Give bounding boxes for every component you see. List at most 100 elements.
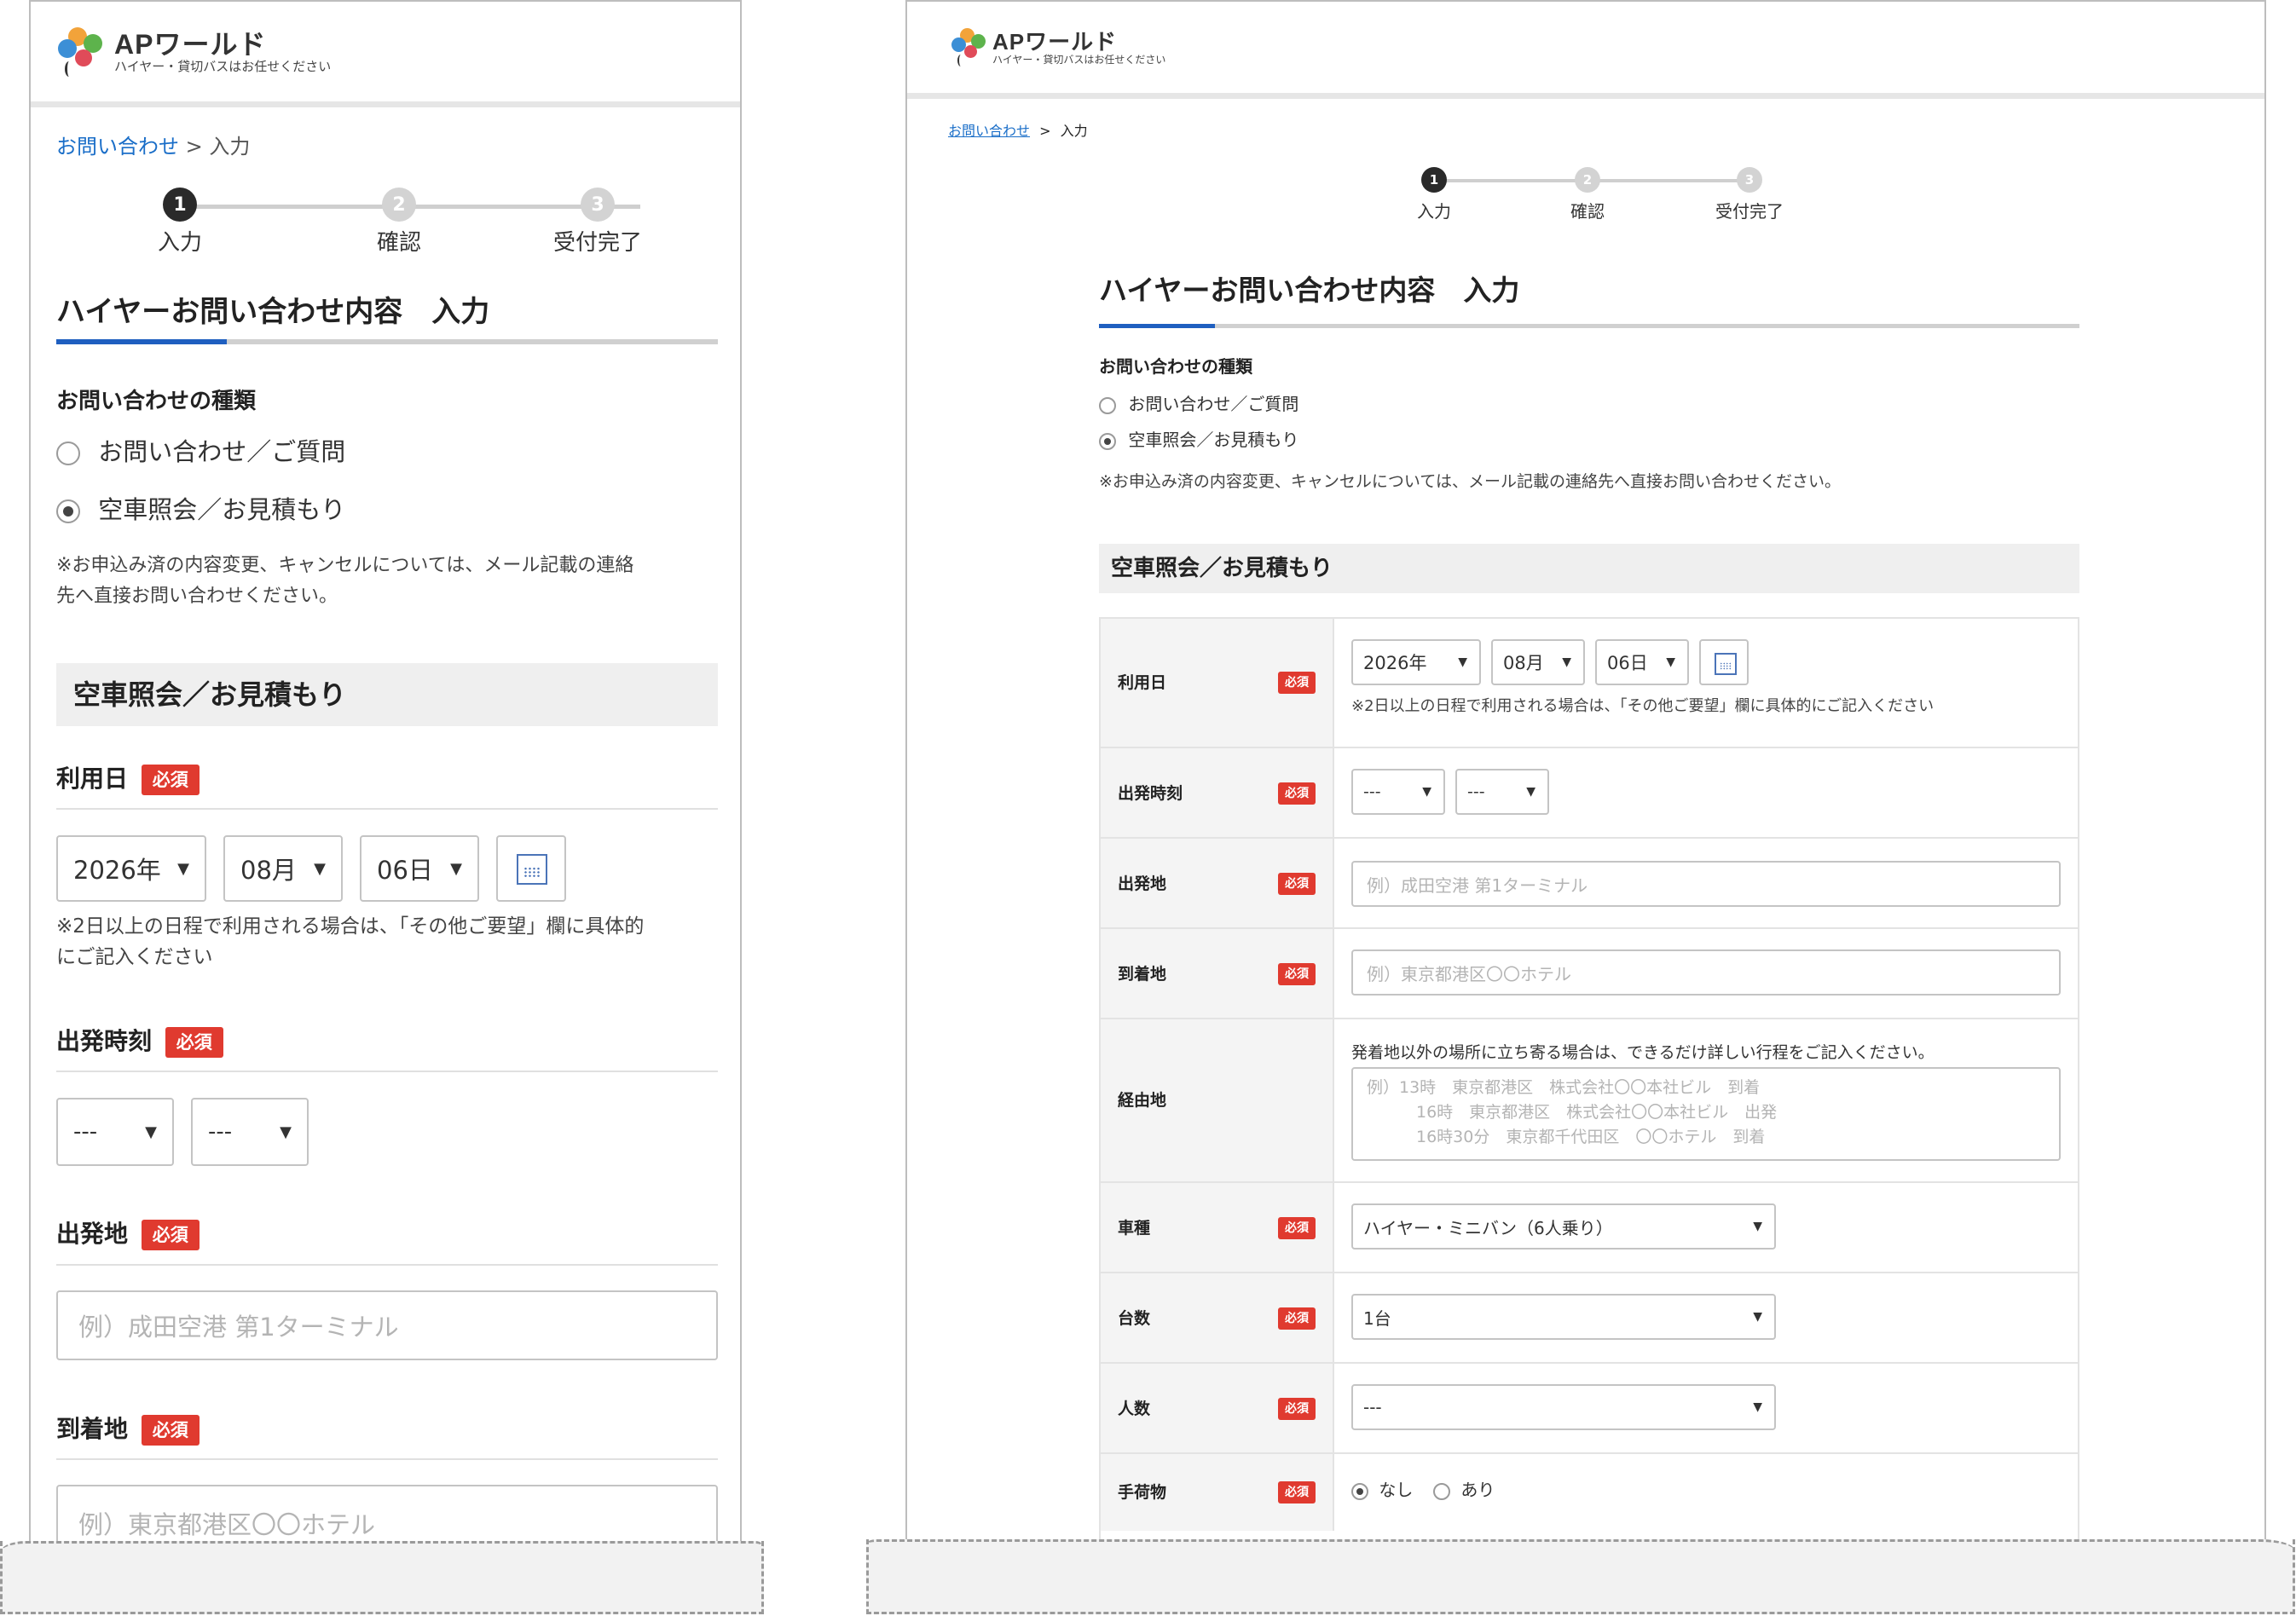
- row-departure-time: 出発時刻 必須 --- ▼ --- ▼: [1101, 747, 2078, 837]
- vehicle-type-select[interactable]: ハイヤー・ミニバン（6人乗り） ▼: [1351, 1203, 1776, 1250]
- people-count-select[interactable]: --- ▼: [1351, 1384, 1776, 1430]
- required-badge: 必須: [1278, 1481, 1316, 1503]
- breadcrumb-current: 入力: [1060, 123, 1088, 139]
- title-underline: [1099, 324, 2079, 328]
- mobile-view: APワールド ハイヤー・貸切バスはお任せください お問い合わせ > 入力 1 入…: [29, 0, 742, 1543]
- chevron-down-icon: ▼: [1526, 785, 1535, 799]
- chevron-down-icon: ▼: [1753, 1400, 1762, 1414]
- logo-clover-icon: [55, 26, 106, 78]
- row-arrival-place: 到着地 必須 例）東京都港区〇〇ホテル: [1101, 927, 2078, 1018]
- departure-hour-select[interactable]: --- ▼: [1351, 769, 1445, 815]
- inquiry-note: ※お申込み済の内容変更、キャンセルについては、メール記載の連絡先へ直接お問い合わ…: [1099, 472, 1841, 491]
- radio-checked-icon[interactable]: [56, 499, 80, 523]
- inquiry-type-label: お問い合わせの種類: [56, 389, 257, 414]
- row-via: 経由地 発着地以外の場所に立ち寄る場合は、できるだけ詳しい行程をご記入ください。…: [1101, 1018, 2078, 1181]
- radio-checked-icon[interactable]: [1099, 432, 1116, 450]
- chevron-down-icon: ▼: [450, 859, 462, 878]
- logo[interactable]: APワールド ハイヤー・貸切バスはお任せください: [55, 26, 331, 78]
- breadcrumb: お問い合わせ > 入力: [56, 130, 250, 159]
- logo[interactable]: APワールド ハイヤー・貸切バスはお任せください: [950, 27, 1165, 68]
- breadcrumb: お問い合わせ > 入力: [948, 119, 1088, 140]
- breadcrumb-link[interactable]: お問い合わせ: [948, 123, 1030, 139]
- date-day-select[interactable]: 06日 ▼: [360, 835, 479, 902]
- breadcrumb-link[interactable]: お問い合わせ: [56, 135, 179, 159]
- step-confirm: 2 確認: [356, 188, 442, 257]
- chevron-down-icon: ▼: [1753, 1310, 1762, 1324]
- calendar-icon: [517, 854, 547, 885]
- radio-inquiry-question[interactable]: お問い合わせ／ご質問: [56, 432, 345, 468]
- form-table: 利用日 必須 2026年 ▼ 08月 ▼ 06日 ▼ ※2日以上の日程で利用される場合…: [1099, 617, 2079, 1543]
- via-textarea[interactable]: 例）13時 東京都港区 株式会社〇〇本社ビル 到着 16時 東京都港区 株式会社…: [1351, 1067, 2061, 1161]
- brand-tagline: ハイヤー・貸切バスはお任せください: [992, 54, 1166, 66]
- page-title: ハイヤーお問い合わせ内容 入力: [56, 295, 490, 329]
- chevron-down-icon: ▼: [1458, 655, 1467, 669]
- chevron-down-icon: ▼: [177, 859, 189, 878]
- required-badge: 必須: [1278, 1307, 1316, 1330]
- required-badge: 必須: [1278, 963, 1316, 985]
- date-year-select[interactable]: 2026年 ▼: [1351, 639, 1481, 685]
- required-badge: 必須: [1278, 672, 1316, 694]
- date-month-select[interactable]: 08月 ▼: [223, 835, 343, 902]
- step-confirm: 2 確認: [1545, 167, 1630, 222]
- logo-clover-icon: [950, 27, 987, 68]
- date-month-select[interactable]: 08月 ▼: [1491, 639, 1585, 685]
- date-day-select[interactable]: 06日 ▼: [1595, 639, 1689, 685]
- chevron-down-icon: ▼: [314, 859, 326, 878]
- torn-edge-desktop: [866, 1539, 2295, 1614]
- arrival-place-input[interactable]: 例）東京都港区〇〇ホテル: [56, 1485, 718, 1543]
- date-year-select[interactable]: 2026年 ▼: [56, 835, 206, 902]
- radio-inquiry-question[interactable]: お問い合わせ／ご質問: [1099, 390, 1298, 415]
- site-header: APワールド ハイヤー・貸切バスはお任せください: [31, 2, 740, 107]
- arrival-place-input[interactable]: 例）東京都港区〇〇ホテル: [1351, 949, 2061, 996]
- departure-minute-select[interactable]: --- ▼: [191, 1098, 309, 1166]
- inquiry-type-label: お問い合わせの種類: [1099, 356, 1252, 377]
- breadcrumb-separator: >: [1039, 123, 1051, 139]
- radio-checked-icon[interactable]: [1351, 1482, 1368, 1500]
- step-complete: 3 受付完了: [1690, 167, 1809, 222]
- required-badge: 必須: [141, 1415, 200, 1446]
- chevron-down-icon: ▼: [145, 1123, 157, 1141]
- radio-unchecked-icon[interactable]: [1433, 1482, 1450, 1500]
- row-vehicle-type: 車種 必須 ハイヤー・ミニバン（6人乗り） ▼: [1101, 1181, 2078, 1272]
- required-badge: 必須: [165, 1027, 223, 1058]
- date-label: 利用日 必須: [56, 760, 200, 795]
- step-complete: 3 受付完了: [538, 188, 657, 257]
- section-heading: 空車照会／お見積もり: [1099, 544, 2079, 593]
- departure-minute-select[interactable]: --- ▼: [1455, 769, 1549, 815]
- chevron-down-icon: ▼: [1422, 785, 1431, 799]
- required-badge: 必須: [141, 1220, 200, 1250]
- departure-hour-select[interactable]: --- ▼: [56, 1098, 174, 1166]
- step-input: 1 入力: [1391, 167, 1477, 222]
- row-count: 台数 必須 1台 ▼: [1101, 1272, 2078, 1362]
- desktop-view: APワールド ハイヤー・貸切バスはお任せください お問い合わせ > 入力 1 入…: [905, 0, 2266, 1543]
- required-badge: 必須: [1278, 1398, 1316, 1420]
- chevron-down-icon: ▼: [280, 1123, 292, 1141]
- breadcrumb-separator: >: [185, 135, 203, 159]
- radio-luggage-yes[interactable]: あり: [1433, 1476, 1495, 1501]
- required-badge: 必須: [141, 765, 200, 795]
- step-input: 1 入力: [137, 188, 223, 257]
- calendar-icon: [1715, 653, 1737, 675]
- calendar-button[interactable]: [496, 835, 566, 902]
- calendar-button[interactable]: [1699, 639, 1749, 685]
- radio-luggage-none[interactable]: なし: [1351, 1476, 1413, 1501]
- departure-place-input[interactable]: 例）成田空港 第1ターミナル: [1351, 861, 2061, 907]
- vehicle-count-select[interactable]: 1台 ▼: [1351, 1294, 1776, 1340]
- radio-inquiry-estimate[interactable]: 空車照会／お見積もり: [1099, 426, 1298, 451]
- departure-place-input[interactable]: 例）成田空港 第1ターミナル: [56, 1290, 718, 1360]
- row-departure-place: 出発地 必須 例）成田空港 第1ターミナル: [1101, 837, 2078, 927]
- required-badge: 必須: [1278, 782, 1316, 805]
- radio-unchecked-icon[interactable]: [56, 442, 80, 465]
- title-underline: [56, 339, 718, 344]
- required-badge: 必須: [1278, 873, 1316, 895]
- brand-name: APワールド: [992, 29, 1118, 55]
- chevron-down-icon: ▼: [1562, 655, 1571, 669]
- progress-steps: 1 入力 2 確認 3 受付完了: [31, 188, 740, 257]
- via-note: 発着地以外の場所に立ち寄る場合は、できるだけ詳しい行程をご記入ください。: [1351, 1043, 1935, 1062]
- section-heading: 空車照会／お見積もり: [56, 663, 718, 726]
- row-people: 人数 必須 --- ▼: [1101, 1362, 2078, 1452]
- arrival-place-label: 到着地 必須: [56, 1411, 200, 1446]
- radio-unchecked-icon[interactable]: [1099, 396, 1116, 414]
- radio-inquiry-estimate[interactable]: 空車照会／お見積もり: [56, 490, 345, 526]
- inquiry-note: ※お申込み済の内容変更、キャンセルについては、メール記載の連絡 先へ直接お問い合…: [56, 555, 634, 607]
